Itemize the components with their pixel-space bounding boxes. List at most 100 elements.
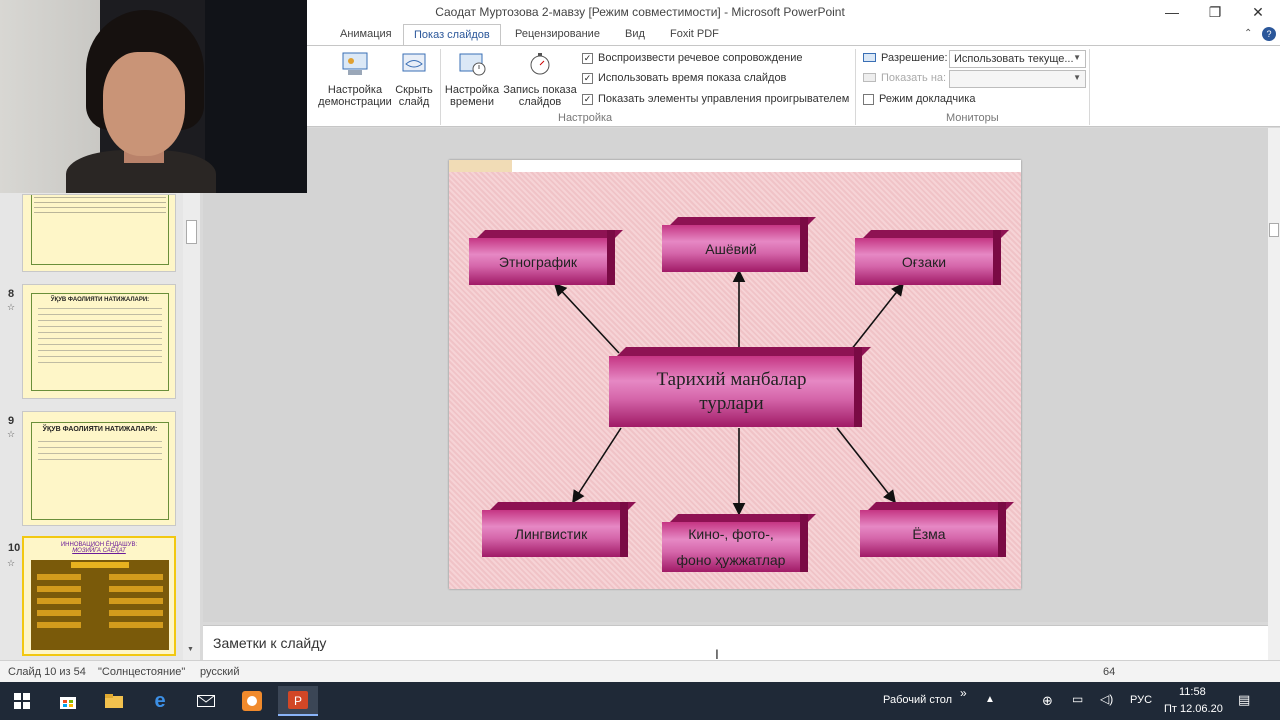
thumb-text-lines — [34, 197, 166, 198]
current-slide[interactable]: Тарихий манбалар турлари Этнографик Ашёв… — [449, 160, 1021, 589]
group-label-setup: Настройка — [558, 112, 613, 124]
thumbnail-slide-9[interactable]: ЎҚУВ ФАОЛИЯТИ НАТИЖАЛАРИ: — [22, 411, 176, 526]
checkbox-presenter-view[interactable]: Режим докладчика — [863, 93, 975, 105]
node-text: Оғзаки — [855, 238, 993, 285]
notifications-icon[interactable]: ▤ — [1238, 692, 1250, 708]
checkbox-timings-box[interactable]: ✓ — [582, 72, 593, 84]
clock-time[interactable]: 11:58 — [1179, 686, 1206, 698]
desktop-toolbar-label[interactable]: Рабочий стол — [883, 694, 952, 706]
setup-show-button[interactable]: Настройка демонстрации — [316, 50, 394, 108]
editor-scrollbar[interactable] — [1268, 128, 1280, 660]
thumb-frame: ЎҚУВ ФАОЛИЯТИ НАТИЖАЛАРИ: — [31, 422, 169, 520]
thumb-diagram-top — [71, 562, 129, 568]
star-icon: ☆ — [7, 302, 16, 312]
node-top — [490, 502, 636, 510]
scrollbar-thumb[interactable] — [1269, 223, 1279, 237]
notes-pane[interactable]: Заметки к слайду I — [203, 625, 1268, 662]
node-written[interactable]: Ёзма — [860, 502, 1014, 557]
resolution-select[interactable]: Использовать текуще... ▼ — [949, 50, 1086, 68]
input-language[interactable]: РУС — [1130, 694, 1152, 706]
group-separator — [1089, 49, 1090, 125]
status-theme: "Солнцестояние" — [98, 666, 186, 678]
node-top — [868, 502, 1014, 510]
thumbnail-slide-7[interactable] — [22, 194, 176, 272]
help-icon[interactable]: ? — [1262, 27, 1276, 41]
status-language[interactable]: русский — [200, 666, 239, 678]
chevron-right-icon[interactable]: » — [960, 686, 967, 700]
restore-button[interactable]: ❐ — [1193, 0, 1237, 24]
thumbnail-slide-10[interactable]: ИННОВАЦИОН ЁНДАШУВ: МОЗИЙГА САЁҲАТ — [22, 536, 176, 656]
tab-animation[interactable]: Анимация — [330, 24, 402, 45]
node-text: Ашёвий — [662, 225, 800, 272]
group-separator — [855, 49, 856, 125]
node-linguistic[interactable]: Лингвистик — [482, 502, 636, 557]
node-text: Кино-, фото-, фоно ҳужжатлар — [662, 522, 800, 572]
thumb-text-lines — [38, 308, 162, 309]
checkbox-presenter-view-box[interactable] — [863, 93, 874, 105]
node-material[interactable]: Ашёвий — [662, 217, 816, 272]
record-slideshow-button[interactable]: Запись показа слайдов — [502, 50, 578, 108]
thumb-title: ЎҚУВ ФАОЛИЯТИ НАТИЖАЛАРИ: — [50, 297, 150, 303]
windows-start-icon[interactable] — [2, 686, 42, 716]
close-button[interactable]: ✕ — [1236, 0, 1280, 24]
battery-icon[interactable]: ▭ — [1072, 692, 1083, 706]
thumbnail-slide-8[interactable]: ЎҚУВ ФАОЛИЯТИ НАТИЖАЛАРИ: — [22, 284, 176, 399]
folder-shape — [105, 694, 123, 708]
checkbox-narration[interactable]: ✓ Воспроизвести речевое сопровождение — [582, 52, 803, 64]
star-icon: ☆ — [7, 558, 16, 568]
node-film-photo[interactable]: Кино-, фото-, фоно ҳужжатлар — [662, 514, 816, 572]
checkbox-media-controls-box[interactable]: ✓ — [582, 93, 593, 105]
powerpoint-logo: P — [288, 691, 308, 709]
minimize-button[interactable]: — — [1150, 0, 1194, 24]
center-node-top — [617, 347, 871, 356]
volume-icon[interactable]: ◁) — [1100, 692, 1113, 706]
chevron-up-icon[interactable]: ▲ — [985, 694, 995, 705]
slides-pane: 8 ☆ ЎҚУВ ФАОЛИЯТИ НАТИЖАЛАРИ: 9 ☆ ЎҚУВ Ф… — [0, 128, 200, 660]
taskbar: e P Рабочий стол » ▲ ⊕ ▭ ◁) РУС 11:58 Пт… — [0, 682, 1280, 720]
thumb-diagram-left — [37, 574, 81, 580]
tab-view[interactable]: Вид — [615, 24, 655, 45]
thumb-text-lines — [38, 441, 162, 442]
file-explorer-icon[interactable] — [94, 686, 134, 716]
checkbox-timings[interactable]: ✓ Использовать время показа слайдов — [582, 72, 786, 84]
thumbnail-number: 8 — [8, 288, 15, 300]
clock-date[interactable]: Пт 12.06.20 — [1164, 703, 1223, 715]
thumbnail-number: 9 — [8, 415, 15, 427]
store-bag — [60, 697, 76, 709]
globe-icon[interactable]: ⊕ — [1042, 693, 1053, 709]
powerpoint-taskbar-icon[interactable]: P — [278, 686, 318, 716]
rehearse-timings-icon — [459, 53, 486, 76]
show-on-select[interactable]: ▼ — [949, 70, 1086, 88]
resolution-label: Разрешение: — [863, 52, 948, 64]
node-ethnographic[interactable]: Этнографик — [469, 230, 623, 285]
checkbox-narration-box[interactable]: ✓ — [582, 52, 593, 64]
scrollbar-thumb[interactable] — [186, 220, 197, 244]
checkbox-media-controls[interactable]: ✓ Показать элементы управления проигрыват… — [582, 93, 849, 105]
windows-logo — [14, 693, 30, 709]
thumb-diagram — [31, 560, 169, 650]
rehearse-timings-button[interactable]: Настройка времени — [444, 50, 500, 108]
star-icon: ☆ — [7, 429, 16, 439]
center-node[interactable]: Тарихий манбалар турлари — [609, 347, 871, 427]
scroll-down-icon[interactable]: ▼ — [187, 646, 194, 653]
node-text: Лингвистик — [482, 510, 620, 557]
edge-browser-icon[interactable]: e — [140, 686, 180, 716]
slides-pane-scrollbar[interactable]: ▼ — [183, 128, 200, 660]
node-oral[interactable]: Оғзаки — [855, 230, 1009, 285]
tab-slideshow[interactable]: Показ слайдов — [403, 24, 501, 46]
hide-slide-button[interactable]: Скрыть слайд — [394, 50, 434, 108]
node-top — [863, 230, 1009, 238]
screen-recorder-icon[interactable] — [232, 686, 272, 716]
collapse-ribbon-icon[interactable]: ⌃ — [1244, 28, 1252, 39]
node-side — [800, 217, 808, 272]
svg-text:P: P — [294, 694, 302, 708]
status-zoom[interactable]: 64 — [1103, 666, 1115, 678]
tab-review[interactable]: Рецензирование — [505, 24, 610, 45]
stopwatch-icon — [530, 53, 550, 75]
center-node-side — [854, 347, 862, 427]
node-side — [620, 502, 628, 557]
tab-foxit[interactable]: Foxit PDF — [660, 24, 729, 45]
setup-show-label: Настройка демонстрации — [318, 84, 392, 108]
mail-icon[interactable] — [186, 686, 226, 716]
store-icon[interactable] — [48, 686, 88, 716]
